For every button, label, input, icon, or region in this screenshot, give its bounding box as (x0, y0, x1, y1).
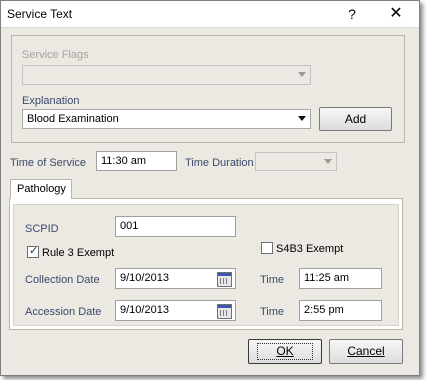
explanation-group: Service Flags Explanation Blood Examinat… (11, 35, 405, 143)
pathology-panel: SCPID 001 Rule 3 Exempt S4B3 Exempt Coll… (13, 204, 399, 326)
accession-time-input[interactable]: 2:55 pm (299, 300, 382, 321)
collection-time-label: Time (260, 274, 285, 286)
service-flags-dropdown (22, 65, 311, 85)
explanation-label: Explanation (22, 95, 80, 107)
time-duration-dropdown (255, 152, 337, 171)
help-button[interactable]: ? (341, 4, 363, 24)
accession-time-label: Time (260, 306, 285, 318)
chevron-down-icon[interactable] (298, 116, 306, 121)
time-duration-label: Time Duration (185, 157, 254, 169)
ok-button[interactable]: OK (248, 339, 322, 364)
title-bar: Service Text ? ✕ (1, 1, 419, 28)
collection-time-input[interactable]: 11:25 am (299, 268, 382, 289)
window-title: Service Text (7, 7, 73, 21)
cancel-button-label[interactable]: Cancel (347, 344, 384, 358)
cancel-button[interactable]: Cancel (329, 339, 403, 364)
s4b3-exempt-label[interactable]: S4B3 Exempt (276, 243, 343, 255)
chevron-down-icon (298, 72, 306, 77)
time-of-service-value: 11:30 am (101, 155, 147, 167)
service-text-dialog: Service Text ? ✕ Service Flags Explanati… (0, 0, 420, 376)
close-button[interactable]: ✕ (385, 4, 407, 24)
accession-date-label: Accession Date (25, 306, 102, 318)
collection-date-value: 9/10/2013 (120, 272, 169, 284)
explanation-value: Blood Examination (27, 113, 119, 125)
explanation-dropdown[interactable]: Blood Examination (22, 109, 311, 129)
service-flags-label: Service Flags (22, 49, 89, 61)
add-button[interactable]: Add (319, 107, 392, 131)
accession-date-input[interactable]: 9/10/2013 (115, 300, 236, 321)
accession-date-value: 9/10/2013 (120, 304, 169, 316)
chevron-down-icon (324, 159, 332, 164)
rule3-exempt-label[interactable]: Rule 3 Exempt (42, 247, 114, 259)
collection-time-value: 11:25 am (304, 272, 350, 284)
collection-date-label: Collection Date (25, 274, 100, 286)
calendar-icon[interactable] (217, 272, 232, 287)
ok-button-label[interactable]: OK (257, 343, 313, 360)
s4b3-exempt-checkbox[interactable] (261, 242, 273, 254)
time-of-service-label: Time of Service (10, 157, 87, 169)
calendar-icon[interactable] (217, 304, 232, 319)
scpid-label: SCPID (25, 223, 59, 235)
tab-pathology[interactable]: Pathology (10, 179, 72, 199)
accession-time-value: 2:55 pm (304, 304, 344, 316)
time-of-service-input[interactable]: 11:30 am (96, 151, 177, 171)
collection-date-input[interactable]: 9/10/2013 (115, 268, 236, 289)
scpid-input[interactable]: 001 (115, 216, 236, 237)
scpid-value: 001 (120, 220, 139, 232)
rule3-exempt-checkbox[interactable] (27, 244, 39, 258)
